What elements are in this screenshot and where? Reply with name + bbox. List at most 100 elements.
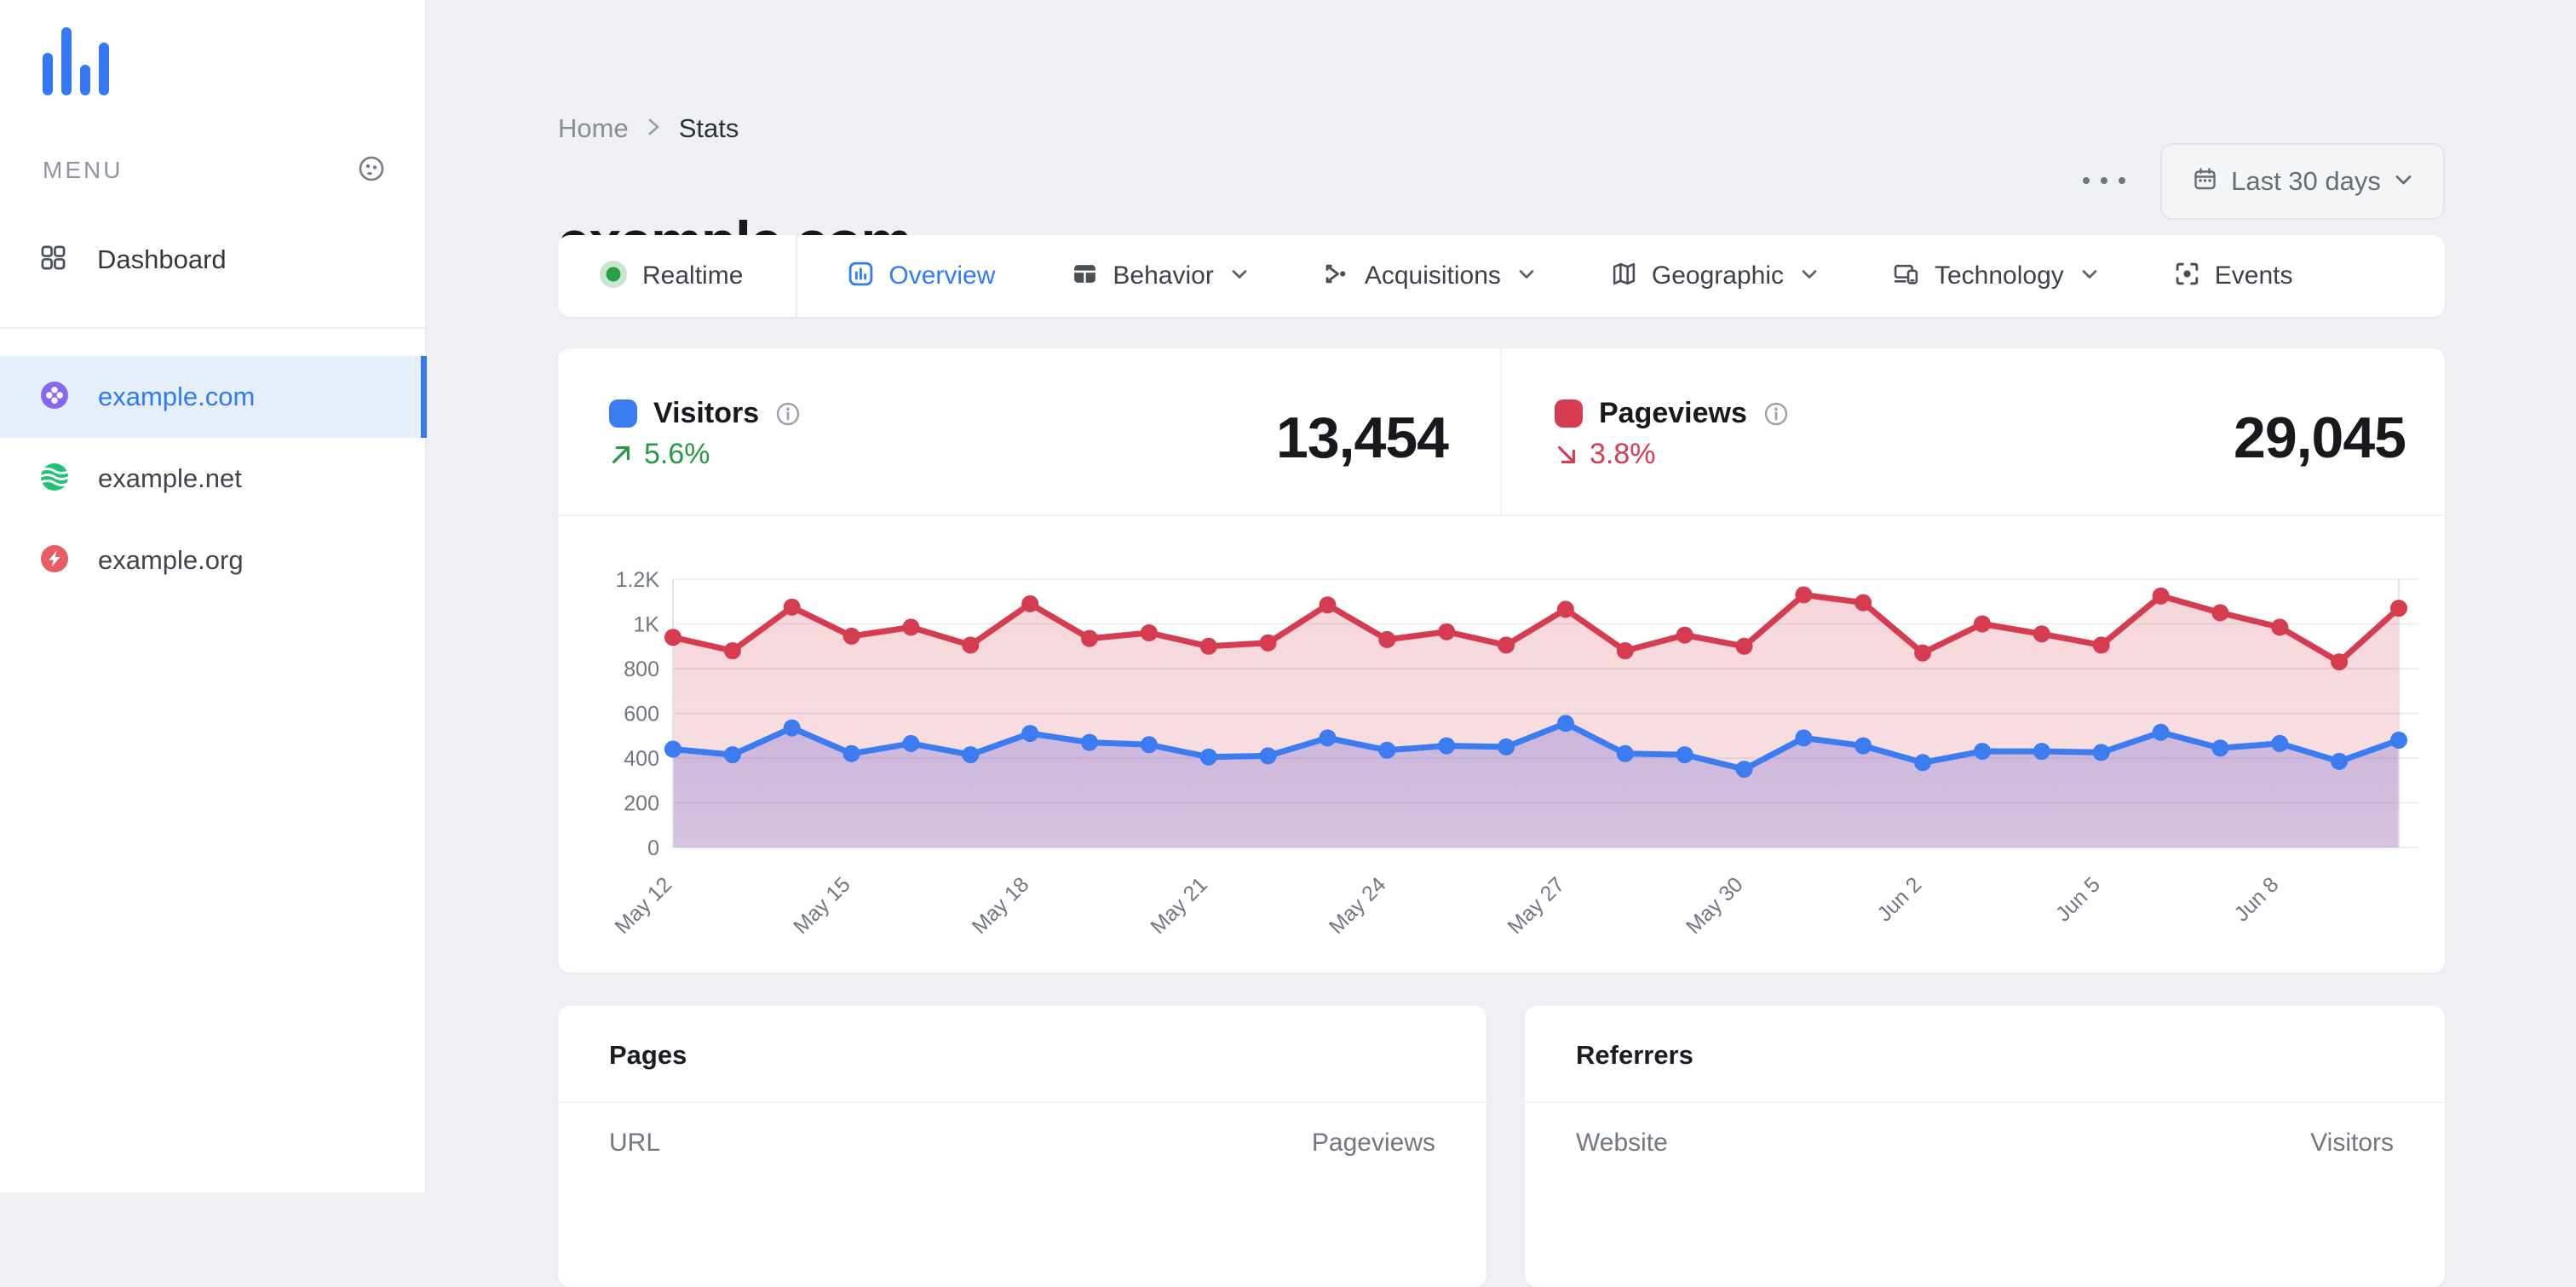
pageviews-point[interactable] — [1021, 595, 1039, 612]
pageviews-point[interactable] — [1616, 642, 1634, 659]
overview-chart: 0 200 400 600 800 1K 1.2K May 12 May 15 May 18 May… — [610, 568, 2419, 937]
visitors-point[interactable] — [2092, 744, 2110, 761]
visitors-point[interactable] — [1081, 733, 1098, 751]
sidebar-menu-header: MENU — [43, 150, 385, 191]
breadcrumb-home[interactable]: Home — [558, 113, 629, 144]
sidebar-site-example-net[interactable]: example.net — [0, 438, 427, 520]
pageviews-point[interactable] — [1259, 634, 1277, 652]
tab-acquisitions[interactable]: Acquisitions — [1324, 261, 1534, 291]
pageviews-point[interactable] — [2152, 587, 2170, 605]
date-range-label: Last 30 days — [2231, 166, 2381, 196]
info-icon[interactable] — [775, 401, 801, 427]
tab-technology[interactable]: Technology — [1894, 261, 2097, 291]
visitors-point[interactable] — [962, 746, 980, 764]
column-pageviews: Pageviews — [1311, 1129, 1435, 1157]
pageviews-point[interactable] — [1378, 630, 1396, 648]
date-range-button[interactable]: Last 30 days — [2160, 143, 2445, 220]
y-tick-label: 1K — [633, 613, 659, 637]
x-tick-label: Jun 2 — [1872, 872, 1926, 926]
more-options-button[interactable] — [2068, 160, 2140, 201]
visitors-point[interactable] — [2211, 739, 2229, 757]
pageviews-point[interactable] — [1319, 596, 1337, 614]
pageviews-point[interactable] — [664, 629, 681, 646]
pageviews-point[interactable] — [1914, 644, 1932, 662]
visitors-point[interactable] — [1914, 754, 1932, 772]
visitors-point[interactable] — [1616, 744, 1634, 762]
pageviews-point[interactable] — [2390, 600, 2407, 618]
pageviews-point[interactable] — [1735, 637, 1753, 655]
visitors-point[interactable] — [1438, 737, 1456, 755]
pageviews-point[interactable] — [902, 618, 920, 636]
pageviews-point[interactable] — [1854, 594, 1872, 612]
pageviews-point[interactable] — [1438, 623, 1456, 641]
pageviews-point[interactable] — [1974, 615, 1991, 633]
avatar-icon[interactable] — [358, 155, 385, 187]
panel-title: Pages — [609, 1040, 687, 1070]
pageviews-point[interactable] — [1081, 629, 1098, 647]
visitors-point[interactable] — [902, 734, 920, 752]
visitors-point[interactable] — [1795, 729, 1813, 747]
pageviews-point[interactable] — [1140, 624, 1158, 641]
pageviews-point[interactable] — [962, 636, 980, 654]
pageviews-point[interactable] — [1676, 626, 1693, 644]
info-icon[interactable] — [1763, 401, 1789, 427]
visitors-point[interactable] — [842, 744, 860, 762]
tab-label: Geographic — [1651, 261, 1784, 290]
card-divider — [558, 514, 2445, 516]
pageviews-point[interactable] — [2271, 618, 2289, 636]
visitors-change: 5.6% — [609, 438, 710, 471]
tab-label: Technology — [1935, 261, 2064, 290]
change-value: 5.6% — [644, 438, 710, 470]
visitors-point[interactable] — [1021, 725, 1039, 743]
sidebar-site-example-org[interactable]: example.org — [0, 520, 427, 601]
pageviews-point[interactable] — [1498, 636, 1515, 654]
visitors-point[interactable] — [1676, 746, 1693, 764]
tab-label: Overview — [888, 261, 996, 290]
pageviews-point[interactable] — [2211, 604, 2229, 622]
pageviews-point[interactable] — [1795, 586, 1813, 604]
pageviews-point[interactable] — [1199, 637, 1217, 655]
pageviews-point[interactable] — [1556, 600, 1574, 618]
pageviews-value: 29,045 — [2234, 405, 2406, 470]
visitors-point[interactable] — [1319, 729, 1337, 747]
x-tick-label: May 12 — [610, 872, 676, 937]
visitors-point[interactable] — [723, 746, 741, 764]
pageviews-point[interactable] — [2033, 625, 2050, 643]
visitors-point[interactable] — [1378, 741, 1396, 759]
sidebar-site-example-com[interactable]: example.com — [0, 356, 427, 438]
tab-realtime[interactable]: Realtime — [599, 260, 743, 293]
tab-overview[interactable]: Overview — [848, 261, 995, 291]
visitors-point[interactable] — [2390, 732, 2407, 749]
visitors-point[interactable] — [1199, 748, 1217, 766]
dot — [2083, 177, 2090, 184]
visitors-point[interactable] — [1735, 761, 1753, 779]
sidebar-item-dashboard[interactable]: Dashboard — [0, 234, 427, 285]
pageviews-point[interactable] — [2092, 636, 2110, 654]
overview-card: Visitors 5.6% 13,454 Pageviews 3.8% 29,0… — [558, 348, 2445, 973]
visitors-point[interactable] — [2033, 743, 2050, 761]
visitors-point[interactable] — [1854, 737, 1872, 755]
pageviews-point[interactable] — [2331, 653, 2349, 671]
y-tick-label: 400 — [624, 747, 659, 771]
visitors-point[interactable] — [2152, 723, 2170, 741]
dot — [2119, 177, 2125, 184]
visitors-point[interactable] — [2271, 734, 2289, 752]
pageviews-swatch — [1555, 399, 1583, 428]
visitors-point[interactable] — [1498, 738, 1515, 756]
x-tick-label: May 15 — [789, 872, 855, 937]
x-tick-label: May 21 — [1146, 872, 1212, 937]
tab-behavior[interactable]: Behavior — [1072, 261, 1247, 291]
visitors-point[interactable] — [783, 719, 801, 737]
visitors-point[interactable] — [664, 740, 681, 758]
pageviews-point[interactable] — [783, 598, 801, 616]
tab-geographic[interactable]: Geographic — [1611, 261, 1817, 291]
visitors-point[interactable] — [1259, 747, 1277, 765]
pageviews-point[interactable] — [723, 642, 741, 659]
pageviews-point[interactable] — [842, 627, 860, 645]
tab-events[interactable]: Events — [2174, 261, 2293, 291]
visitors-point[interactable] — [1556, 715, 1574, 733]
stat-label: Visitors — [653, 397, 760, 429]
visitors-point[interactable] — [1974, 743, 1991, 761]
visitors-point[interactable] — [2331, 752, 2349, 770]
visitors-point[interactable] — [1140, 736, 1158, 754]
